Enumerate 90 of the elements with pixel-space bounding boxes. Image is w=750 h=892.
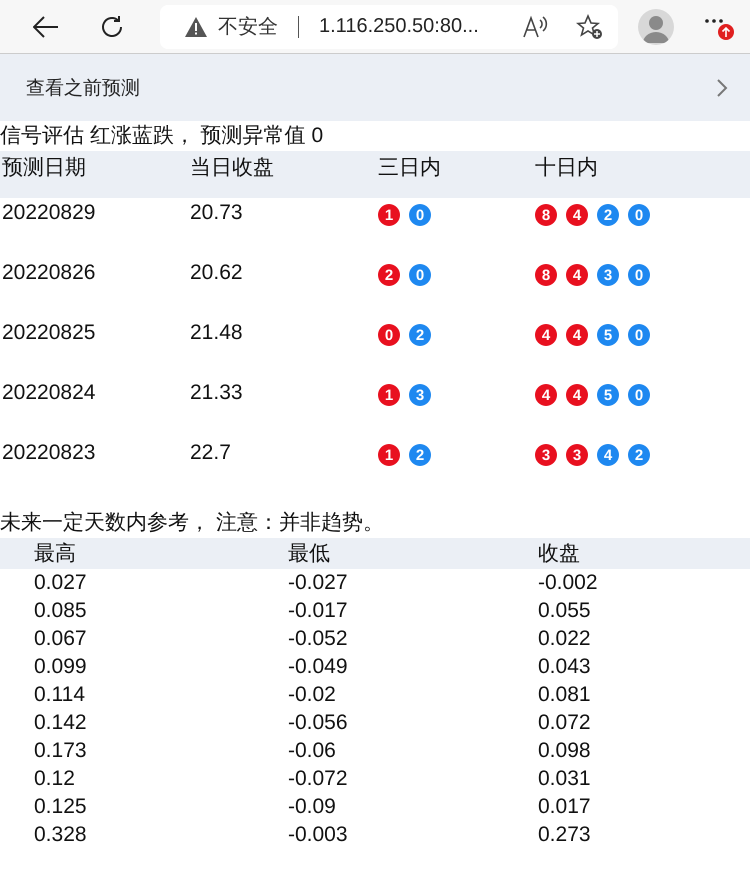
count-badge: 4 bbox=[566, 204, 588, 226]
date-cell-text: 20220826 bbox=[1, 260, 96, 286]
column-header: 十日内 bbox=[533, 151, 750, 198]
table-cell-text: -0.02 bbox=[288, 682, 337, 708]
table-cell-text: 0.081 bbox=[538, 682, 592, 708]
count-badge: 3 bbox=[535, 444, 557, 466]
table-cell-text: 0.022 bbox=[538, 626, 592, 652]
count-badge: 0 bbox=[409, 264, 431, 286]
reload-icon bbox=[99, 14, 125, 40]
close-cell-text: 21.33 bbox=[189, 380, 244, 406]
column-header: 最低 bbox=[288, 541, 331, 567]
table-cell-text: -0.002 bbox=[538, 570, 599, 596]
count-badge: 8 bbox=[535, 204, 557, 226]
previous-predictions-link[interactable]: 查看之前预测 bbox=[0, 54, 750, 121]
address-bar[interactable]: 不安全 1.116.250.50:80... bbox=[160, 4, 618, 48]
table-cell-text: -0.003 bbox=[288, 822, 349, 848]
count-badge: 5 bbox=[597, 384, 619, 406]
table-cell-text: 0.072 bbox=[538, 710, 592, 736]
table-cell-text: 0.125 bbox=[34, 794, 88, 820]
count-badge: 2 bbox=[409, 444, 431, 466]
table-cell-text: 0.031 bbox=[538, 766, 592, 792]
table-cell-text: -0.027 bbox=[288, 570, 349, 596]
count-badge: 3 bbox=[409, 384, 431, 406]
count-badge: 0 bbox=[628, 204, 650, 226]
count-badge: 0 bbox=[628, 384, 650, 406]
chevron-right-icon bbox=[716, 78, 728, 98]
close-cell-text: 20.62 bbox=[189, 260, 244, 286]
count-badge: 0 bbox=[628, 264, 650, 286]
table-cell-text: -0.072 bbox=[288, 766, 349, 792]
profile-avatar[interactable] bbox=[638, 8, 674, 44]
table-cell-text: 0.027 bbox=[34, 570, 88, 596]
date-cell-text: 20220829 bbox=[1, 200, 96, 226]
table-cell-text: 0.017 bbox=[538, 794, 592, 820]
count-badge: 2 bbox=[409, 324, 431, 346]
count-badge: 0 bbox=[628, 324, 650, 346]
count-badge: 2 bbox=[378, 264, 400, 286]
count-badge: 4 bbox=[566, 264, 588, 286]
table-cell-text: 0.085 bbox=[34, 598, 88, 624]
table-cell-text: 0.328 bbox=[34, 822, 88, 848]
legend-text: 信号评估 红涨蓝跌， 预测异常值 0 bbox=[0, 123, 324, 149]
count-badge: 4 bbox=[566, 384, 588, 406]
date-cell-text: 20220824 bbox=[1, 380, 96, 406]
close-cell-text: 22.7 bbox=[189, 440, 232, 466]
table-cell-text: -0.052 bbox=[288, 626, 349, 652]
count-badge: 4 bbox=[597, 444, 619, 466]
back-arrow-icon bbox=[33, 16, 59, 38]
table-cell-text: 0.099 bbox=[34, 654, 88, 680]
count-badge: 4 bbox=[566, 324, 588, 346]
count-badge: 4 bbox=[535, 384, 557, 406]
table-cell-text: 0.055 bbox=[538, 598, 592, 624]
count-badge: 1 bbox=[378, 444, 400, 466]
table-cell-text: 0.067 bbox=[34, 626, 88, 652]
count-badge: 4 bbox=[535, 324, 557, 346]
count-badge: 1 bbox=[378, 204, 400, 226]
count-badge: 2 bbox=[628, 444, 650, 466]
favorite-add-icon[interactable] bbox=[576, 14, 604, 40]
table-cell-text: 0.273 bbox=[538, 822, 592, 848]
table-cell-text: -0.017 bbox=[288, 598, 349, 624]
read-aloud-icon[interactable] bbox=[522, 14, 548, 38]
note-text: 未来一定天数内参考， 注意：并非趋势。 bbox=[0, 510, 385, 536]
count-badge: 0 bbox=[409, 204, 431, 226]
count-badge: 5 bbox=[597, 324, 619, 346]
count-badge: 8 bbox=[535, 264, 557, 286]
table-cell-text: 0.12 bbox=[34, 766, 76, 792]
column-header: 当日收盘 bbox=[188, 151, 376, 198]
column-header: 预测日期 bbox=[0, 151, 188, 198]
date-cell-text: 20220823 bbox=[1, 440, 96, 466]
count-badge: 3 bbox=[597, 264, 619, 286]
table-cell-text: 0.043 bbox=[538, 654, 592, 680]
table-cell-text: 0.142 bbox=[34, 710, 88, 736]
table-cell-text: -0.09 bbox=[288, 794, 337, 820]
table-cell-text: -0.06 bbox=[288, 738, 337, 764]
count-badge: 0 bbox=[378, 324, 400, 346]
table-cell-text: -0.049 bbox=[288, 654, 349, 680]
table-cell-text: 0.098 bbox=[538, 738, 592, 764]
table-cell-text: -0.056 bbox=[288, 710, 349, 736]
security-label: 不安全 bbox=[218, 15, 278, 40]
column-header: 三日内 bbox=[376, 151, 533, 198]
close-cell-text: 21.48 bbox=[189, 320, 244, 346]
date-cell-text: 20220825 bbox=[1, 320, 96, 346]
url-text: 1.116.250.50:80... bbox=[319, 15, 480, 38]
warning-icon bbox=[184, 16, 208, 38]
table-cell-text: 0.114 bbox=[34, 682, 86, 708]
table-cell-text: 0.173 bbox=[34, 738, 88, 764]
column-header: 最高 bbox=[34, 541, 77, 567]
close-cell-text: 20.73 bbox=[189, 200, 244, 226]
column-header: 收盘 bbox=[538, 541, 581, 567]
count-badge: 1 bbox=[378, 384, 400, 406]
count-badge: 3 bbox=[566, 444, 588, 466]
count-badge: 2 bbox=[597, 204, 619, 226]
